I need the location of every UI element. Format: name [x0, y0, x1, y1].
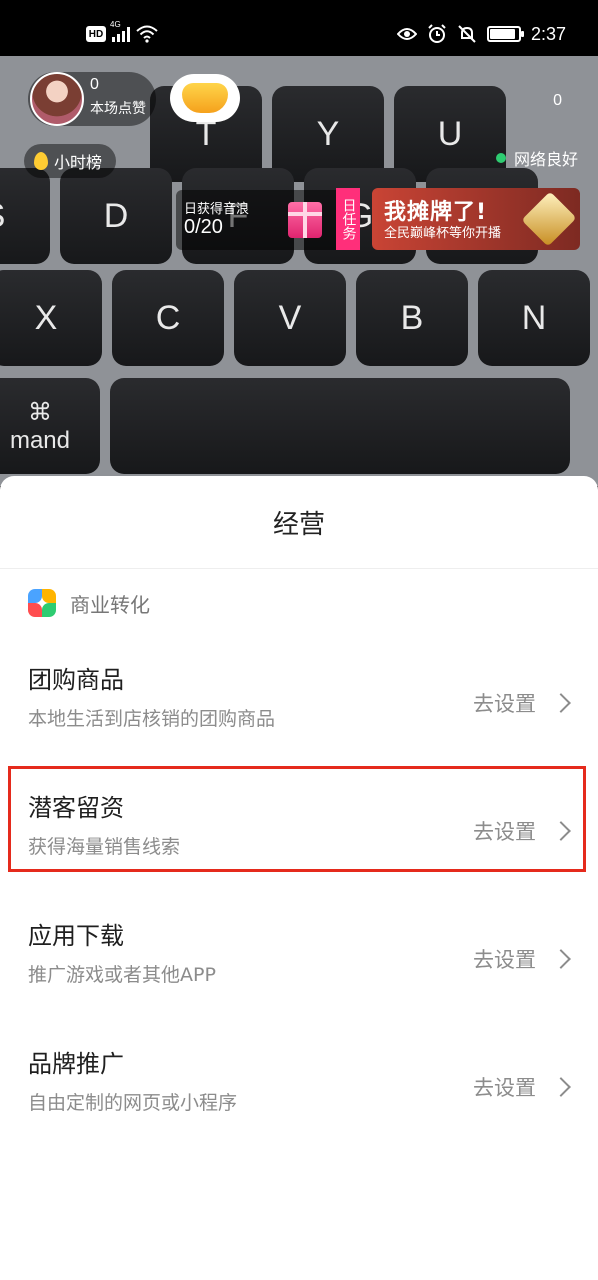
status-dot-icon: [495, 153, 506, 163]
chevron-right-icon: [551, 1077, 571, 1097]
key-c: C: [112, 270, 224, 366]
divider: [0, 568, 598, 569]
key-command: ⌘ mand: [0, 378, 100, 474]
pinwheel-icon: [26, 587, 58, 619]
hour-rank-button[interactable]: 小时榜: [24, 144, 117, 178]
banner-subtitle: 全民巅峰杯等你开播: [384, 226, 502, 241]
business-sheet: 经营 商业转化 团购商品 本地生活到店核销的团购商品 去设置 潜客留资 获得海量…: [0, 476, 598, 1280]
key-x: X: [0, 270, 102, 366]
alarm-icon: [428, 24, 446, 43]
item-title: 团购商品: [28, 666, 124, 694]
item-subtitle: 推广游戏或者其他APP: [28, 964, 216, 986]
chevron-right-icon: [551, 949, 571, 969]
network-status: 网络良好: [495, 146, 578, 170]
eye-icon: [396, 28, 417, 40]
daily-task-tag[interactable]: 日任务: [336, 188, 360, 250]
likes-info: 0 本场点赞: [90, 76, 146, 118]
like-heart-button[interactable]: [170, 74, 240, 122]
sheet-title: 经营: [272, 509, 325, 540]
battery-level: [489, 29, 515, 39]
network-status-label: 网络良好: [513, 150, 578, 169]
task-progress: 0/20: [184, 216, 223, 238]
selection-highlight: [8, 766, 586, 872]
item-subtitle: 自由定制的网页或小程序: [28, 1092, 238, 1114]
trophy-icon: [521, 191, 577, 247]
chevron-right-icon: [551, 693, 571, 713]
fire-icon: [34, 152, 48, 170]
heart-icon: [182, 83, 228, 113]
hd-icon: HD: [86, 26, 106, 42]
key-n: N: [478, 270, 590, 366]
key-b: B: [356, 270, 468, 366]
list-item-brand-promo[interactable]: 品牌推广 自由定制的网页或小程序 去设置: [0, 1024, 598, 1152]
gift-icon: [288, 202, 322, 238]
status-bar: HD 4G 2:37: [0, 0, 598, 56]
item-title: 应用下载: [28, 922, 124, 950]
key-s: S: [0, 168, 50, 264]
likes-label: 本场点赞: [90, 101, 146, 117]
status-left: HD 4G: [86, 20, 158, 48]
daily-task-card[interactable]: 日获得音浪 0/20: [176, 190, 360, 250]
key-v: V: [234, 270, 346, 366]
wifi-icon: [136, 25, 158, 43]
item-title: 品牌推广: [28, 1050, 124, 1078]
list-item-app-download[interactable]: 应用下载 推广游戏或者其他APP 去设置: [0, 896, 598, 1024]
task-label: 日获得音浪: [184, 202, 250, 217]
hour-rank-label: 小时榜: [54, 153, 103, 172]
status-right: 2:37: [396, 20, 566, 48]
key-d: D: [60, 168, 172, 264]
cellular-signal-icon: 4G: [110, 20, 130, 42]
section-label: 商业转化: [70, 592, 150, 617]
set-button[interactable]: 去设置: [473, 944, 536, 974]
avatar[interactable]: [30, 72, 84, 126]
key-space: [110, 378, 570, 474]
promo-banner[interactable]: 我摊牌了! 全民巅峰杯等你开播: [372, 188, 580, 250]
clock: 2:37: [530, 23, 566, 44]
set-button[interactable]: 去设置: [473, 688, 536, 718]
mute-bell-icon: [458, 25, 476, 43]
battery-icon: [486, 26, 524, 42]
list-item-group-buy[interactable]: 团购商品 本地生活到店核销的团购商品 去设置: [0, 640, 598, 768]
item-subtitle: 本地生活到店核销的团购商品: [28, 708, 276, 730]
viewer-count: 0: [553, 92, 562, 109]
set-button[interactable]: 去设置: [473, 1072, 536, 1102]
section-header: 商业转化: [26, 588, 150, 618]
daily-task-tag-text: 日任务: [340, 198, 357, 240]
like-count: 0: [90, 76, 99, 93]
